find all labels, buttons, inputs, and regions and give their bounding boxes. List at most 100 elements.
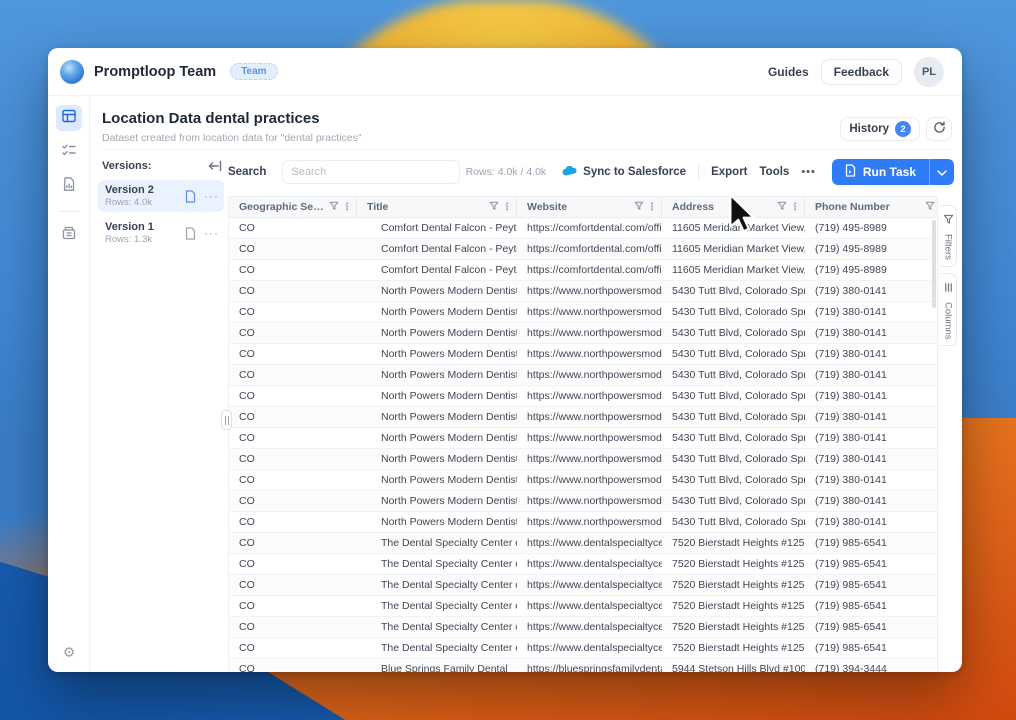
cell-title[interactable]: Blue Springs Family Dental (357, 659, 517, 672)
cell-title[interactable]: North Powers Modern Dentistry (357, 512, 517, 532)
cell-title[interactable]: North Powers Modern Dentistry (357, 491, 517, 511)
cell-phone-number[interactable]: (719) 380-0141 (805, 407, 938, 427)
cell-phone-number[interactable]: (719) 394-3444 (805, 659, 938, 672)
table-row[interactable]: CO North Powers Modern Dentistry https:/… (229, 323, 937, 344)
cell-phone-number[interactable]: (719) 985-6541 (805, 596, 938, 616)
panel-resize-grip[interactable] (221, 410, 232, 430)
cell-address[interactable]: 5430 Tutt Blvd, Colorado Spri... (662, 344, 805, 364)
cell-address[interactable]: 5430 Tutt Blvd, Colorado Spri... (662, 302, 805, 322)
toolbar-more-button[interactable]: ••• (801, 166, 816, 178)
cell-address[interactable]: 5430 Tutt Blvd, Colorado Spri... (662, 428, 805, 448)
cell-website[interactable]: https://www.northpowersmode... (517, 407, 662, 427)
table-row[interactable]: CO North Powers Modern Dentistry https:/… (229, 302, 937, 323)
cell-website[interactable]: https://www.dentalspecialtyce... (517, 596, 662, 616)
table-row[interactable]: CO The Dental Specialty Center of... htt… (229, 596, 937, 617)
cell-phone-number[interactable]: (719) 380-0141 (805, 512, 938, 532)
cell-geographic-search[interactable]: CO (229, 638, 357, 658)
cell-title[interactable]: North Powers Modern Dentistry (357, 386, 517, 406)
tools-button[interactable]: Tools (760, 166, 790, 178)
cell-phone-number[interactable]: (719) 495-8989 (805, 260, 938, 280)
collapse-panel-icon[interactable] (208, 160, 222, 172)
cell-phone-number[interactable]: (719) 380-0141 (805, 428, 938, 448)
column-menu-icon[interactable]: ⋮ (790, 202, 800, 213)
export-button[interactable]: Export (711, 166, 747, 178)
version-menu-icon[interactable]: ··· (204, 226, 219, 240)
table-row[interactable]: CO Blue Springs Family Dental https://bl… (229, 659, 937, 672)
cell-phone-number[interactable]: (719) 985-6541 (805, 617, 938, 637)
cell-geographic-search[interactable]: CO (229, 302, 357, 322)
cell-geographic-search[interactable]: CO (229, 365, 357, 385)
cell-address[interactable]: 5430 Tutt Blvd, Colorado Spri... (662, 365, 805, 385)
cell-phone-number[interactable]: (719) 985-6541 (805, 638, 938, 658)
refresh-button[interactable] (926, 117, 952, 141)
table-row[interactable]: CO North Powers Modern Dentistry https:/… (229, 365, 937, 386)
table-row[interactable]: CO North Powers Modern Dentistry https:/… (229, 386, 937, 407)
filter-icon[interactable] (329, 201, 339, 214)
table-row[interactable]: CO The Dental Specialty Center of... htt… (229, 638, 937, 659)
guides-button[interactable]: Guides (768, 65, 809, 79)
cell-address[interactable]: 7520 Bierstadt Heights #125, ... (662, 617, 805, 637)
history-button[interactable]: History 2 (840, 117, 920, 141)
search-input[interactable] (282, 160, 460, 184)
cell-address[interactable]: 7520 Bierstadt Heights #125, ... (662, 575, 805, 595)
table-row[interactable]: CO The Dental Specialty Center of... htt… (229, 554, 937, 575)
cell-geographic-search[interactable]: CO (229, 512, 357, 532)
sidebar-item-report[interactable] (56, 173, 82, 199)
table-row[interactable]: CO The Dental Specialty Center of... htt… (229, 533, 937, 554)
table-row[interactable]: CO The Dental Specialty Center of... htt… (229, 617, 937, 638)
cell-title[interactable]: North Powers Modern Dentistry (357, 407, 517, 427)
cell-website[interactable]: https://comfortdental.com/offi... (517, 218, 662, 238)
cell-title[interactable]: The Dental Specialty Center of... (357, 554, 517, 574)
cell-title[interactable]: North Powers Modern Dentistry (357, 323, 517, 343)
cell-geographic-search[interactable]: CO (229, 407, 357, 427)
table-row[interactable]: CO North Powers Modern Dentistry https:/… (229, 512, 937, 533)
settings-button[interactable]: ⚙ (48, 645, 90, 661)
sidebar-item-table[interactable] (56, 105, 82, 131)
tab-columns[interactable]: Columns (940, 273, 957, 347)
table-row[interactable]: CO The Dental Specialty Center of... htt… (229, 575, 937, 596)
cell-website[interactable]: https://www.northpowersmode... (517, 302, 662, 322)
cell-website[interactable]: https://www.dentalspecialtyce... (517, 554, 662, 574)
filter-icon[interactable] (925, 201, 935, 214)
table-row[interactable]: CO North Powers Modern Dentistry https:/… (229, 491, 937, 512)
filter-icon[interactable] (489, 201, 499, 214)
column-header[interactable]: Title ⋮ (357, 197, 517, 217)
cell-address[interactable]: 7520 Bierstadt Heights #125, ... (662, 638, 805, 658)
cell-geographic-search[interactable]: CO (229, 260, 357, 280)
cell-website[interactable]: https://comfortdental.com/offi... (517, 260, 662, 280)
cell-address[interactable]: 5430 Tutt Blvd, Colorado Spri... (662, 386, 805, 406)
cell-address[interactable]: 5944 Stetson Hills Blvd #100, ... (662, 659, 805, 672)
tab-filters[interactable]: Filters (940, 205, 957, 267)
column-menu-icon[interactable]: ⋮ (342, 202, 352, 213)
cell-title[interactable]: North Powers Modern Dentistry (357, 281, 517, 301)
cell-title[interactable]: The Dental Specialty Center of... (357, 575, 517, 595)
cell-phone-number[interactable]: (719) 380-0141 (805, 449, 938, 469)
cell-website[interactable]: https://www.northpowersmode... (517, 449, 662, 469)
cell-address[interactable]: 7520 Bierstadt Heights #125, ... (662, 533, 805, 553)
cell-geographic-search[interactable]: CO (229, 386, 357, 406)
sidebar-item-tasks[interactable] (56, 139, 82, 165)
cell-website[interactable]: https://www.dentalspecialtyce... (517, 575, 662, 595)
cell-phone-number[interactable]: (719) 380-0141 (805, 491, 938, 511)
column-header[interactable]: Website ⋮ (517, 197, 662, 217)
cell-title[interactable]: The Dental Specialty Center of... (357, 596, 517, 616)
cell-title[interactable]: Comfort Dental Falcon - Peyton (357, 239, 517, 259)
cell-title[interactable]: North Powers Modern Dentistry (357, 470, 517, 490)
cell-geographic-search[interactable]: CO (229, 491, 357, 511)
cell-website[interactable]: https://www.northpowersmode... (517, 344, 662, 364)
cell-title[interactable]: North Powers Modern Dentistry (357, 365, 517, 385)
version-item-2[interactable]: Version 2 Rows: 4.0k ··· (98, 180, 224, 212)
user-avatar[interactable]: PL (914, 57, 944, 87)
run-task-dropdown-button[interactable] (930, 159, 954, 185)
cell-geographic-search[interactable]: CO (229, 533, 357, 553)
cell-geographic-search[interactable]: CO (229, 344, 357, 364)
cell-geographic-search[interactable]: CO (229, 323, 357, 343)
cell-phone-number[interactable]: (719) 380-0141 (805, 323, 938, 343)
sync-to-salesforce-button[interactable]: Sync to Salesforce (562, 165, 686, 179)
cell-phone-number[interactable]: (719) 380-0141 (805, 344, 938, 364)
table-row[interactable]: CO North Powers Modern Dentistry https:/… (229, 449, 937, 470)
table-row[interactable]: CO North Powers Modern Dentistry https:/… (229, 281, 937, 302)
cell-website[interactable]: https://www.northpowersmode... (517, 470, 662, 490)
table-row[interactable]: CO Comfort Dental Falcon - Peyton https:… (229, 260, 937, 281)
cell-phone-number[interactable]: (719) 380-0141 (805, 302, 938, 322)
